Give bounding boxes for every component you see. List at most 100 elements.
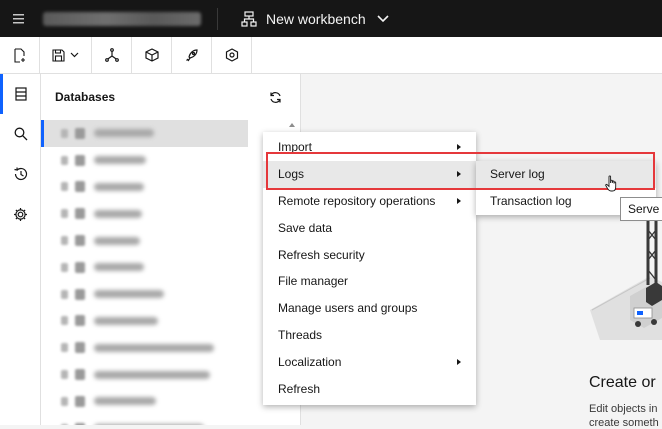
tree-row[interactable] bbox=[41, 227, 300, 254]
connection-name-redacted[interactable] bbox=[43, 11, 201, 26]
tree-row[interactable] bbox=[41, 281, 300, 308]
database-icon bbox=[75, 315, 85, 327]
redacted-label bbox=[94, 182, 144, 191]
rail-settings[interactable] bbox=[0, 194, 41, 234]
menu-item-label: Refresh security bbox=[278, 247, 365, 262]
chevron-down-icon bbox=[70, 52, 79, 58]
tree-row[interactable] bbox=[41, 147, 300, 174]
menu-item-import[interactable]: Import bbox=[263, 134, 476, 161]
menu-item-label: Localization bbox=[278, 354, 342, 369]
databases-icon bbox=[14, 87, 27, 101]
menu-item-threads[interactable]: Threads bbox=[263, 322, 476, 349]
tree-row[interactable] bbox=[41, 415, 300, 425]
redacted-label bbox=[94, 236, 140, 245]
tree-row[interactable] bbox=[41, 361, 300, 388]
menu-item-refresh[interactable]: Refresh bbox=[263, 375, 476, 402]
submenu-item-label: Server log bbox=[490, 167, 545, 182]
menu-item-remote-repository-operations[interactable]: Remote repository operations bbox=[263, 188, 476, 215]
chevron-right-icon bbox=[61, 343, 68, 353]
save-menu-button[interactable] bbox=[40, 37, 92, 73]
menu-item-refresh-security[interactable]: Refresh security bbox=[263, 241, 476, 268]
redacted-label bbox=[94, 370, 210, 379]
gear-icon bbox=[14, 207, 27, 221]
create-heading: Create or bbox=[589, 374, 656, 391]
toolbar bbox=[0, 37, 662, 74]
create-description: Edit objects in bbox=[589, 403, 658, 415]
chevron-right-icon bbox=[61, 262, 68, 272]
rail-search[interactable] bbox=[0, 114, 41, 154]
menu-item-localization[interactable]: Localization bbox=[263, 348, 476, 375]
database-icon bbox=[75, 181, 85, 193]
model-button[interactable] bbox=[132, 37, 172, 73]
hand-cursor-icon bbox=[605, 175, 617, 192]
workbench-icon bbox=[241, 10, 257, 27]
chevron-right-icon bbox=[61, 155, 68, 165]
scroll-up-arrow[interactable] bbox=[289, 123, 295, 127]
redacted-label bbox=[94, 316, 158, 325]
chevron-right-icon bbox=[61, 128, 68, 138]
context-menu: Import Logs Remote repository operations… bbox=[263, 132, 476, 405]
submenu-arrow-icon bbox=[457, 358, 461, 365]
tooltip: Serve bbox=[620, 197, 662, 221]
menu-item-logs[interactable]: Logs bbox=[263, 160, 476, 188]
graph-button[interactable] bbox=[92, 37, 132, 73]
panel-title: Databases bbox=[55, 90, 116, 104]
cube-icon bbox=[144, 48, 159, 62]
menu-item-label: Threads bbox=[278, 327, 323, 342]
database-icon bbox=[75, 127, 85, 139]
menu-item-file-manager[interactable]: File manager bbox=[263, 268, 476, 295]
redacted-label bbox=[94, 263, 144, 272]
tree-row[interactable] bbox=[41, 254, 300, 281]
database-tree bbox=[41, 120, 300, 425]
rail-history[interactable] bbox=[0, 154, 41, 194]
rail-databases[interactable] bbox=[0, 74, 41, 114]
redacted-label bbox=[94, 343, 214, 352]
chevron-right-icon bbox=[61, 209, 68, 219]
database-icon bbox=[75, 235, 85, 247]
tree-row[interactable] bbox=[41, 200, 300, 227]
deploy-button[interactable] bbox=[172, 37, 212, 73]
chevron-right-icon bbox=[61, 370, 68, 380]
create-description-line2: create someth bbox=[589, 417, 659, 429]
chevron-right-icon bbox=[61, 396, 68, 406]
database-icon bbox=[75, 154, 85, 166]
database-icon bbox=[75, 208, 85, 220]
workbench-label: New workbench bbox=[266, 10, 366, 27]
tree-row[interactable] bbox=[41, 174, 300, 201]
database-icon bbox=[75, 369, 85, 381]
new-file-icon bbox=[13, 47, 25, 63]
submenu-item-server-log[interactable]: Server log bbox=[476, 161, 656, 188]
menu-item-label: Import bbox=[278, 140, 313, 155]
databases-panel: Databases bbox=[41, 74, 301, 425]
menu-item-save-data[interactable]: Save data bbox=[263, 214, 476, 241]
chevron-down-icon bbox=[377, 14, 389, 22]
side-rail bbox=[0, 74, 41, 425]
menu-icon[interactable] bbox=[0, 0, 37, 37]
submenu-arrow-icon bbox=[457, 171, 461, 178]
redacted-label bbox=[94, 290, 164, 299]
top-bar: New workbench bbox=[0, 0, 662, 37]
tree-row[interactable] bbox=[41, 120, 248, 147]
redacted-label bbox=[94, 129, 154, 138]
settings-button[interactable] bbox=[212, 37, 252, 73]
menu-item-label: Save data bbox=[278, 220, 333, 235]
menu-item-label: Manage users and groups bbox=[278, 301, 418, 316]
workbench-selector[interactable]: New workbench bbox=[241, 11, 398, 27]
tree-row[interactable] bbox=[41, 308, 300, 335]
menu-item-label: Logs bbox=[278, 167, 305, 182]
menu-item-label: Remote repository operations bbox=[278, 193, 436, 208]
database-icon bbox=[75, 288, 85, 300]
history-icon bbox=[14, 167, 28, 181]
submenu-arrow-icon bbox=[457, 144, 461, 151]
tree-row[interactable] bbox=[41, 388, 300, 415]
workbench-illustration bbox=[590, 200, 662, 340]
redacted-label bbox=[94, 209, 142, 218]
submenu-arrow-icon bbox=[457, 197, 461, 204]
tree-row[interactable] bbox=[41, 334, 300, 361]
new-script-button[interactable] bbox=[0, 37, 40, 73]
refresh-icon[interactable] bbox=[269, 91, 282, 104]
chevron-right-icon bbox=[61, 289, 68, 299]
redacted-label bbox=[94, 397, 156, 406]
menu-item-manage-users-groups[interactable]: Manage users and groups bbox=[263, 295, 476, 322]
chevron-right-icon bbox=[61, 236, 68, 246]
